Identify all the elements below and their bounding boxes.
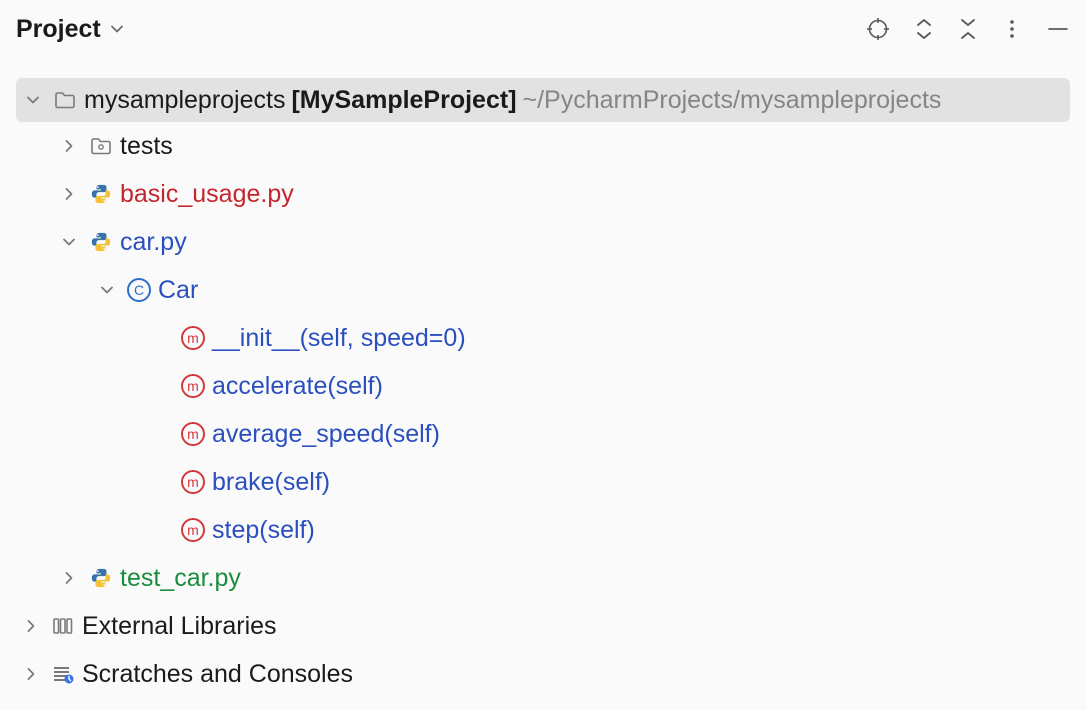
python-file-icon: [88, 229, 114, 255]
collapse-all-icon[interactable]: [958, 17, 978, 41]
method-icon: m: [180, 469, 206, 495]
chevron-right-icon: [20, 615, 42, 637]
python-file-icon: [88, 181, 114, 207]
root-folder-name: mysampleprojects: [84, 86, 285, 115]
root-context-label: [MySampleProject]: [291, 86, 516, 115]
python-file-icon: [88, 565, 114, 591]
tree-item-label: Car: [158, 276, 198, 305]
tree-item-label: Scratches and Consoles: [82, 660, 353, 689]
panel-title-area[interactable]: Project: [16, 15, 125, 44]
panel-title: Project: [16, 15, 101, 44]
chevron-down-icon: [109, 21, 125, 37]
tree-item-method-step[interactable]: m step(self): [16, 506, 1070, 554]
target-icon[interactable]: [866, 17, 890, 41]
panel-header: Project: [0, 0, 1086, 58]
tree-root-node[interactable]: mysampleprojects [MySampleProject] ~/Pyc…: [16, 78, 1070, 122]
more-vert-icon[interactable]: [1002, 17, 1022, 41]
test-folder-icon: [88, 133, 114, 159]
tree-item-scratches[interactable]: Scratches and Consoles: [16, 650, 1070, 698]
tree-item-label: test_car.py: [120, 564, 241, 593]
chevron-right-icon: [58, 183, 80, 205]
tree-item-method-init[interactable]: m __init__(self, speed=0): [16, 314, 1070, 362]
tree-item-label: brake(self): [212, 468, 330, 497]
tree-item-basic-usage[interactable]: basic_usage.py: [16, 170, 1070, 218]
method-icon: m: [180, 421, 206, 447]
tree-item-method-brake[interactable]: m brake(self): [16, 458, 1070, 506]
expand-collapse-icon[interactable]: [914, 17, 934, 41]
tree-item-label: basic_usage.py: [120, 180, 294, 209]
tree-item-class-car[interactable]: C Car: [16, 266, 1070, 314]
class-icon: C: [126, 277, 152, 303]
tree-item-label: __init__(self, speed=0): [212, 324, 466, 353]
tree-item-car-py[interactable]: car.py: [16, 218, 1070, 266]
minimize-icon[interactable]: [1046, 17, 1070, 41]
tree-item-method-accelerate[interactable]: m accelerate(self): [16, 362, 1070, 410]
project-tree: mysampleprojects [MySampleProject] ~/Pyc…: [0, 58, 1086, 698]
method-icon: m: [180, 517, 206, 543]
tree-item-label: External Libraries: [82, 612, 277, 641]
method-icon: m: [180, 373, 206, 399]
scratches-icon: [50, 661, 76, 687]
chevron-right-icon: [58, 135, 80, 157]
chevron-down-icon: [96, 279, 118, 301]
tree-item-external-libraries[interactable]: External Libraries: [16, 602, 1070, 650]
chevron-down-icon: [22, 89, 44, 111]
tree-item-test-car[interactable]: test_car.py: [16, 554, 1070, 602]
root-path-label: ~/PycharmProjects/mysampleprojects: [523, 86, 942, 115]
tree-item-method-avg[interactable]: m average_speed(self): [16, 410, 1070, 458]
tree-item-label: tests: [120, 132, 173, 161]
folder-icon: [52, 87, 78, 113]
tree-item-label: average_speed(self): [212, 420, 440, 449]
method-icon: m: [180, 325, 206, 351]
library-icon: [50, 613, 76, 639]
tree-item-label: step(self): [212, 516, 315, 545]
chevron-down-icon: [58, 231, 80, 253]
chevron-right-icon: [20, 663, 42, 685]
tree-item-tests[interactable]: tests: [16, 122, 1070, 170]
chevron-right-icon: [58, 567, 80, 589]
tree-item-label: accelerate(self): [212, 372, 383, 401]
tree-item-label: car.py: [120, 228, 187, 257]
